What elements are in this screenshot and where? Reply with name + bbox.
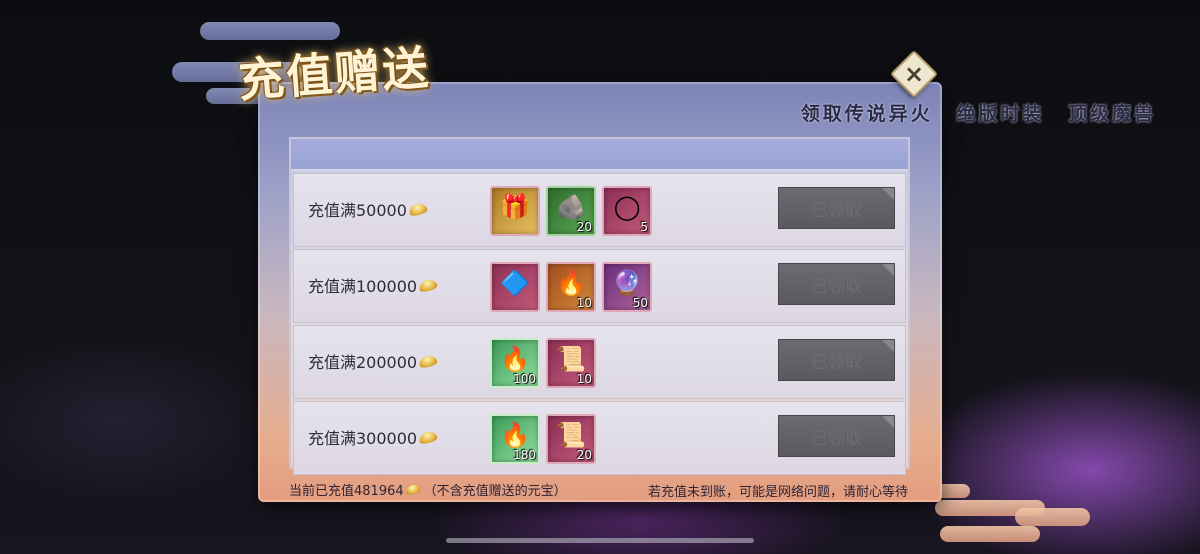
reward-item[interactable]: 🔥 180 — [490, 414, 540, 464]
item-count: 100 — [513, 372, 536, 386]
reward-row: 充值满50000 🎁 🪨 20 ◯ 5 已领取 — [293, 173, 906, 247]
reward-row: 充值满100000 🔷 🔥 10 🔮 50 已领取 — [293, 249, 906, 323]
reward-item[interactable]: ◯ 5 — [602, 186, 652, 236]
reward-item[interactable]: 🎁 — [490, 186, 540, 236]
ingot-icon — [417, 429, 439, 445]
reward-items: 🔥 180 📜 20 — [490, 414, 596, 464]
current-recharge-info: 当前已充值481964 （不含充值赠送的元宝） — [289, 480, 567, 499]
reward-list: 充值满50000 🎁 🪨 20 ◯ 5 已领取 充值满100000 🔷 🔥 10 🔮 50 已领取 充值满2… — [289, 137, 910, 475]
crystal-shard-icon: 🔷 — [500, 268, 530, 297]
cloud-decoration — [940, 526, 1040, 542]
reward-item[interactable]: 📜 20 — [546, 414, 596, 464]
ingot-icon — [417, 277, 439, 293]
reward-threshold-label: 充值满300000 — [308, 429, 418, 448]
reward-item[interactable]: 🔥 10 — [546, 262, 596, 312]
item-count: 10 — [576, 372, 592, 386]
claimed-button[interactable]: 已领取 — [778, 415, 895, 457]
gift-chest-icon: 🎁 — [500, 192, 530, 221]
home-indicator[interactable] — [446, 538, 754, 543]
reward-items: 🔷 🔥 10 🔮 50 — [490, 262, 652, 312]
reward-threshold-label: 充值满100000 — [308, 277, 418, 296]
reward-item[interactable]: 🪨 20 — [546, 186, 596, 236]
claimed-button[interactable]: 已领取 — [778, 263, 895, 305]
ingot-icon — [417, 353, 439, 369]
reward-list-header — [291, 139, 908, 171]
reward-row: 充值满200000 🔥 100 📜 10 已领取 — [293, 325, 906, 399]
cloud-decoration — [1015, 508, 1090, 526]
item-count: 10 — [576, 296, 592, 310]
reward-threshold: 充值满100000 — [308, 273, 439, 297]
reward-item[interactable]: 🔮 50 — [602, 262, 652, 312]
reward-threshold: 充值满200000 — [308, 349, 439, 373]
window-subtitle: 领取传说异火 绝版时装 顶级魔兽 — [800, 103, 1156, 125]
reward-threshold-label: 充值满200000 — [308, 353, 418, 372]
window-title: 充值赠送 — [236, 40, 432, 108]
cloud-decoration — [200, 22, 340, 40]
item-count: 20 — [576, 448, 592, 462]
reward-item[interactable]: 📜 10 — [546, 338, 596, 388]
item-count: 180 — [513, 448, 536, 462]
item-count: 20 — [576, 220, 592, 234]
close-icon[interactable]: × — [897, 57, 931, 91]
claimed-button[interactable]: 已领取 — [778, 187, 895, 229]
reward-items: 🔥 100 📜 10 — [490, 338, 596, 388]
reward-threshold: 充值满300000 — [308, 425, 439, 449]
item-count: 50 — [632, 296, 648, 310]
claimed-button[interactable]: 已领取 — [778, 339, 895, 381]
reward-threshold: 充值满50000 — [308, 197, 429, 221]
ingot-icon — [404, 483, 421, 496]
reward-row: 充值满300000 🔥 180 📜 20 已领取 — [293, 401, 906, 475]
reward-threshold-label: 充值满50000 — [308, 201, 407, 220]
network-notice: 若充值未到账，可能是网络问题，请耐心等待 — [647, 485, 908, 500]
reward-items: 🎁 🪨 20 ◯ 5 — [490, 186, 652, 236]
ingot-icon — [407, 201, 429, 217]
current-recharge-note: （不含充值赠送的元宝） — [423, 484, 567, 499]
current-recharge-amount: 当前已充值481964 — [289, 484, 404, 499]
item-count: 5 — [640, 220, 648, 234]
reward-item[interactable]: 🔷 — [490, 262, 540, 312]
reward-item[interactable]: 🔥 100 — [490, 338, 540, 388]
